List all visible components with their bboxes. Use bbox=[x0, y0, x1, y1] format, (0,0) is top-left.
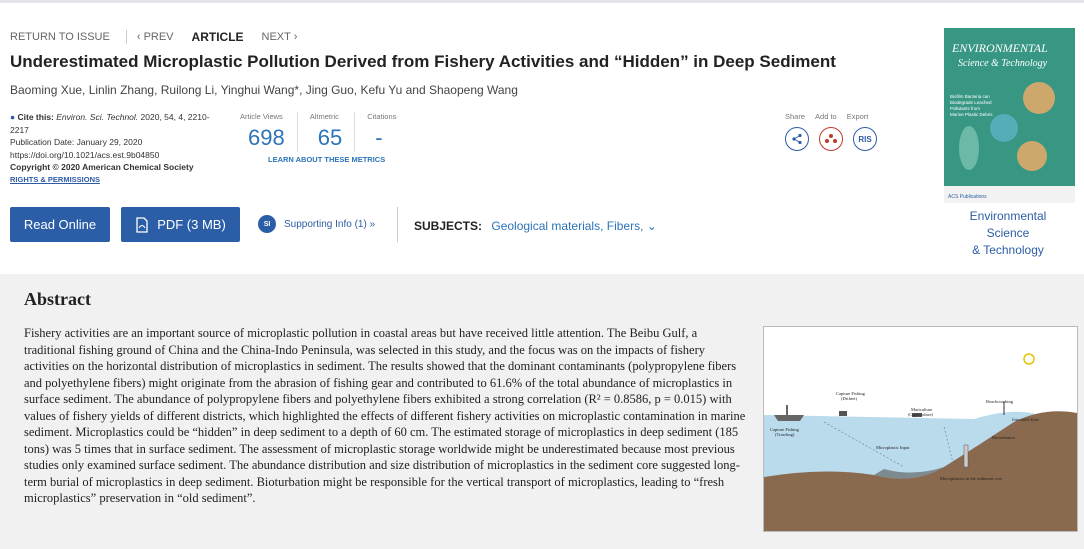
learn-metrics-link[interactable]: LEARN ABOUT THESE METRICS bbox=[268, 155, 385, 164]
citations-label: Citations bbox=[367, 112, 397, 121]
return-to-issue-link[interactable]: RETURN TO ISSUE bbox=[10, 31, 110, 43]
svg-text:(Trawling): (Trawling) bbox=[775, 432, 795, 437]
article-tab[interactable]: ARTICLE bbox=[192, 30, 244, 44]
altmetric-value[interactable]: 65 bbox=[310, 125, 342, 151]
doi-link[interactable]: https://doi.org/10.1021/acs.est.9b04850 bbox=[10, 149, 225, 162]
abstract-heading: Abstract bbox=[24, 289, 91, 309]
prev-link[interactable]: ‹ PREV bbox=[137, 31, 174, 43]
toc-diagram: Capture Fishing (Drifnet) Capture Fishin… bbox=[764, 327, 1077, 531]
share-label: Share bbox=[785, 112, 806, 121]
citations-metric: Citations - bbox=[367, 112, 408, 152]
chevron-down-icon[interactable]: ⌄ bbox=[647, 219, 657, 233]
supporting-info-link[interactable]: SI Supporting Info (1) » bbox=[258, 215, 375, 233]
svg-text:ACS Publications: ACS Publications bbox=[948, 194, 987, 200]
nav-divider bbox=[125, 30, 127, 44]
article-title: Underestimated Microplastic Pollution De… bbox=[10, 52, 836, 71]
add-to-button[interactable] bbox=[819, 127, 843, 151]
cite-line: ● Cite this: Environ. Sci. Technol. 2020… bbox=[10, 111, 225, 136]
cover-image: ACS Publications ENVIRONMENTAL Science &… bbox=[944, 28, 1075, 203]
copyright: Copyright © 2020 American Chemical Socie… bbox=[10, 162, 194, 172]
add-to-library-icon bbox=[825, 134, 837, 143]
publication-date: Publication Date: January 29, 2020 bbox=[10, 137, 143, 147]
altmetric-label: Altmetric bbox=[309, 112, 339, 121]
share-labels: Share Add to Export bbox=[785, 112, 878, 121]
export-label: Export bbox=[846, 112, 869, 121]
svg-text:Beachcombing: Beachcombing bbox=[986, 399, 1014, 404]
author-list[interactable]: Baoming Xue, Linlin Zhang, Ruilong Li, Y… bbox=[10, 83, 518, 97]
rights-permissions-link[interactable]: RIGHTS & PERMISSIONS bbox=[10, 174, 225, 187]
boat-icon bbox=[839, 411, 847, 416]
pdf-icon bbox=[136, 216, 148, 233]
next-link[interactable]: NEXT › bbox=[262, 31, 298, 43]
altmetric-metric[interactable]: Altmetric 65 bbox=[309, 112, 356, 152]
svg-text:Bioturbation: Bioturbation bbox=[992, 435, 1015, 440]
journal-name-link[interactable]: Environmental Science & Technology bbox=[960, 208, 1056, 259]
journal-name: Environ. Sci. Technol. bbox=[56, 112, 139, 122]
subjects-links[interactable]: Geological materials, Fibers, bbox=[491, 219, 643, 233]
article-views-value: 698 bbox=[248, 125, 285, 150]
subjects-label: SUBJECTS: bbox=[414, 219, 483, 233]
journal-cover[interactable]: ACS Publications ENVIRONMENTAL Science &… bbox=[944, 28, 1075, 203]
subjects-bar: SUBJECTS: Geological materials, Fibers, … bbox=[414, 219, 657, 233]
supporting-info-label: Supporting Info (1) » bbox=[284, 218, 376, 230]
share-icon bbox=[792, 133, 802, 145]
pdf-button-label: PDF (3 MB) bbox=[157, 217, 226, 232]
citation-block: ● Cite this: Environ. Sci. Technol. 2020… bbox=[10, 111, 225, 186]
read-online-button[interactable]: Read Online bbox=[10, 207, 110, 242]
svg-text:Microplastic Input: Microplastic Input bbox=[876, 445, 910, 450]
article-nav: RETURN TO ISSUE ‹ PREV ARTICLE NEXT › bbox=[10, 30, 297, 44]
citations-value: - bbox=[375, 125, 383, 150]
svg-text:ENVIRONMENTAL: ENVIRONMENTAL bbox=[951, 41, 1048, 55]
info-icon: ● bbox=[10, 112, 16, 122]
abstract-text: Fishery activities are an important sour… bbox=[24, 326, 746, 505]
svg-text:Microplastics in the sediment: Microplastics in the sediment core bbox=[940, 476, 1002, 481]
toolbar-divider bbox=[397, 207, 398, 242]
boat-icon bbox=[774, 415, 804, 421]
cite-label: Cite this: bbox=[17, 112, 54, 122]
pdf-download-button[interactable]: PDF (3 MB) bbox=[121, 207, 240, 242]
svg-text:Science & Technology: Science & Technology bbox=[958, 58, 1048, 69]
share-button[interactable] bbox=[785, 127, 809, 151]
toc-graphic[interactable]: Capture Fishing (Drifnet) Capture Fishin… bbox=[763, 326, 1078, 532]
export-ris-button[interactable]: RIS bbox=[853, 127, 877, 151]
svg-text:(Drifnet): (Drifnet) bbox=[841, 396, 857, 401]
article-views-metric: Article Views 698 bbox=[240, 112, 298, 152]
top-border bbox=[0, 0, 1084, 3]
svg-text:(Caged culture): (Caged culture) bbox=[908, 412, 934, 417]
metrics-panel: Article Views 698 Altmetric 65 Citations… bbox=[240, 112, 420, 152]
share-actions: RIS bbox=[785, 127, 887, 151]
add-to-label: Add to bbox=[815, 112, 837, 121]
si-badge-icon: SI bbox=[258, 215, 276, 233]
article-views-label: Article Views bbox=[240, 112, 283, 121]
svg-text:Intertidal Zone: Intertidal Zone bbox=[1011, 417, 1039, 422]
